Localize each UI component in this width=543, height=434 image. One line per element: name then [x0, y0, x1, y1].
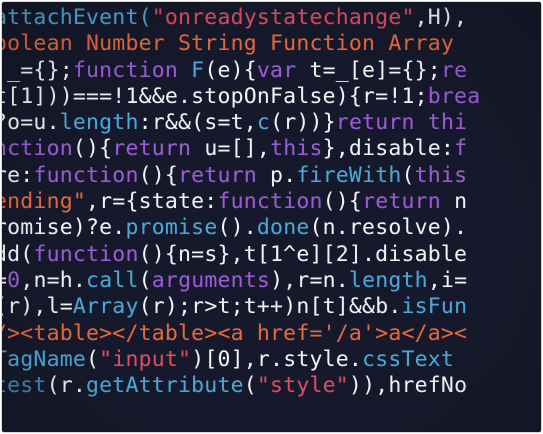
code-token: re:: [2, 162, 34, 188]
code-token: t[1]))===!1&&e.stopOnFalse){r=!1;: [2, 83, 428, 109]
code-token: oolean Number String Function Array: [2, 31, 455, 57]
code-token: attachEvent(: [2, 5, 152, 30]
code-token: t=_[e]={};: [309, 57, 441, 83]
code-token: length: [59, 110, 139, 136]
code-token: (r.: [46, 373, 87, 399]
code-token: n: [454, 189, 468, 215]
code-token: F: [191, 57, 205, 83]
code-token: romise)?e.: [2, 215, 126, 241]
code-token: f: [454, 136, 468, 162]
code-line: re:function(){return p.fireWith(this: [2, 163, 541, 189]
code-line: dd(function(){n=s},t[1^e][2].disable: [2, 242, 541, 268]
code-token: (n.resolve).: [309, 215, 468, 241]
code-token: _={};: [7, 57, 73, 83]
code-line: ending",r={state:function(){return n: [2, 189, 541, 215]
code-token: "onreadystatechange": [151, 5, 415, 30]
code-line: t[1]))===!1&&e.stopOnFalse){r=!1;brea: [2, 84, 541, 110]
code-token: call: [86, 267, 139, 293]
code-line: (r),l=Array(r);r>t;t++)n[t]&&b.isFun: [2, 294, 541, 320]
code-token: function: [72, 57, 192, 83]
code-token: ),r=n.: [270, 267, 349, 293]
code-token: return: [362, 189, 455, 215]
code-token: p.: [270, 162, 297, 188]
code-text-block: attachEvent("onreadystatechange",H), oole…: [2, 5, 541, 399]
code-photo: attachEvent("onreadystatechange",H), oole…: [2, 2, 541, 432]
code-token: ?o=u.: [2, 110, 60, 136]
code-token: (: [138, 267, 152, 293]
code-line: =0,n=h.call(arguments),r=n.length,i=: [2, 268, 541, 294]
code-token: (r);r>t;t++)n[t]&&b.: [138, 294, 402, 320]
code-line: oolean Number String Function Array: [2, 31, 541, 57]
code-token: return: [178, 162, 271, 188]
code-token: fireWith: [296, 162, 402, 188]
code-token: (){: [138, 162, 179, 188]
code-token: )[0],r.style.: [191, 346, 363, 372]
code-token: (){n=s},t[1^e][2].disable: [138, 241, 468, 267]
code-token: },disable:: [322, 136, 455, 162]
code-token: arguments: [151, 267, 271, 293]
code-line: nction(){return u=[],this},disable:f: [2, 136, 541, 162]
code-token: (: [401, 162, 415, 188]
code-token: test: [2, 373, 47, 399]
code-token: var: [256, 57, 310, 83]
code-line: ?o=u.length:r&&(s=t,c(r))}return thi: [2, 110, 541, 136]
code-token: u=[],: [204, 136, 271, 162]
code-token: dd(: [2, 241, 34, 267]
code-token: nction: [2, 136, 73, 162]
code-token: :r&&(s=t,: [138, 110, 257, 136]
code-token: ending": [2, 189, 87, 215]
code-line: romise)?e.promise().done(n.resolve).: [2, 215, 541, 241]
code-token: (r))}: [270, 110, 336, 136]
code-token: return thi: [335, 110, 468, 136]
code-token: cssText: [362, 346, 455, 372]
code-token: (e){: [204, 57, 257, 83]
code-token: re: [440, 57, 468, 83]
code-token: "input": [99, 346, 192, 372]
code-line: TagName("input")[0],r.style.cssText: [2, 347, 541, 373]
code-token: (){: [72, 136, 113, 162]
code-line: attachEvent("onreadystatechange",H),: [2, 5, 541, 31]
code-token: /><table></table><a href='/a'>a</a><: [2, 320, 468, 346]
code-token: function: [33, 162, 139, 188]
code-token: this: [270, 136, 323, 162]
code-token: ,n=h.: [20, 267, 87, 293]
code-token: isFun: [401, 294, 468, 320]
code-line: test(r.getAttribute("style")),hrefNo: [2, 373, 541, 399]
code-token: done: [256, 215, 310, 241]
code-token: ,r={state:: [86, 189, 218, 215]
code-token: promise: [125, 215, 218, 241]
code-line: /><table></table><a href='/a'>a</a><: [2, 321, 541, 347]
code-token: (){: [322, 189, 363, 215]
code-token: getAttribute: [86, 373, 244, 399]
code-token: function: [217, 189, 323, 215]
code-token: return: [112, 136, 205, 162]
code-token: 0: [7, 267, 21, 293]
code-token: TagName: [2, 346, 87, 372]
code-token: (: [86, 346, 100, 372]
code-token: )),hrefNo: [348, 373, 468, 399]
code-token: ,H),: [414, 5, 468, 30]
code-token: length: [348, 267, 428, 293]
code-token: Array: [72, 294, 139, 320]
code-token: this: [414, 162, 468, 188]
code-token: (r),l=: [2, 294, 73, 320]
code-token: brea: [427, 83, 481, 109]
code-token: "style": [256, 373, 349, 399]
code-token: (: [243, 373, 257, 399]
code-token: c: [256, 110, 271, 136]
code-token: function: [33, 241, 139, 267]
code-token: ().: [217, 215, 257, 241]
code-token: ,i=: [427, 267, 468, 293]
code-line: _={};function F(e){var t=_[e]={};re: [2, 58, 541, 84]
